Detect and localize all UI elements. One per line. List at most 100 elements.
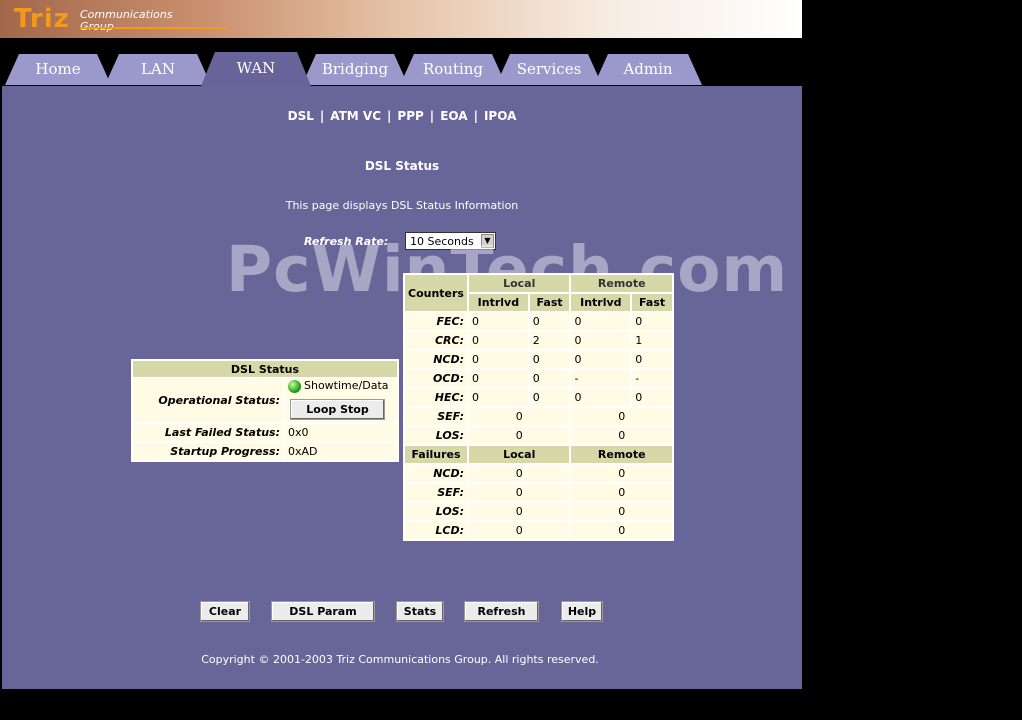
table-row: SEF: 0 0 (405, 408, 672, 425)
table-cell: 0 (469, 370, 528, 387)
local-intrlvd-header: Intrlvd (469, 294, 528, 311)
row-label: LOS: (405, 503, 467, 520)
table-cell: 0 (469, 522, 570, 539)
dsl-status-table: DSL Status Operational Status: Showtime/… (131, 359, 399, 462)
row-label: NCD: (405, 351, 467, 368)
local-fast-header: Fast (529, 294, 570, 311)
status-led-icon (288, 379, 301, 393)
table-cell: 0 (571, 389, 631, 406)
counters-table: Counters Local Remote Intrlvd Fast Intrl… (403, 273, 674, 541)
table-cell: 0 (469, 351, 528, 368)
table-cell: 0 (529, 351, 570, 368)
counters-local-header: Local (469, 275, 570, 292)
table-cell: 0 (469, 389, 528, 406)
row-label: SEF: (405, 408, 467, 425)
table-cell: 0 (469, 465, 570, 482)
table-cell: 1 (632, 332, 672, 349)
table-cell: 0 (529, 389, 570, 406)
tab-bridging[interactable]: Bridging (302, 54, 408, 85)
row-label: FEC: (405, 313, 467, 330)
page-description: This page displays DSL Status Informatio… (285, 199, 519, 212)
startup-progress-value: 0xAD (285, 442, 397, 460)
table-cell: 0 (529, 370, 570, 387)
help-button[interactable]: Help (561, 601, 603, 622)
subnav-eoa[interactable]: EOA (440, 109, 467, 123)
row-label: LOS: (405, 427, 467, 444)
last-failed-status-label: Last Failed Status: (133, 423, 283, 441)
dsl-param-button[interactable]: DSL Param (271, 601, 375, 622)
table-cell: 0 (632, 313, 672, 330)
table-cell: 0 (571, 503, 672, 520)
tab-routing[interactable]: Routing (400, 54, 506, 85)
table-cell: 0 (529, 313, 570, 330)
stats-button[interactable]: Stats (396, 601, 444, 622)
table-row: LOS: 0 0 (405, 427, 672, 444)
tab-label: Home (35, 60, 81, 78)
operational-status-label: Operational Status: (133, 379, 283, 422)
table-cell: - (632, 370, 672, 387)
table-cell: 2 (529, 332, 570, 349)
content-panel: DSL | ATM VC | PPP | EOA | IPOA DSL Status This … (2, 86, 802, 689)
table-row: LCD: 0 0 (405, 522, 672, 539)
remote-intrlvd-header: Intrlvd (571, 294, 631, 311)
brand-logo: Triz (14, 4, 70, 34)
subnav-ipoa[interactable]: IPOA (484, 109, 516, 123)
table-row: NCD: 0 0 (405, 465, 672, 482)
operational-status-cell: Showtime/Data Loop Stop (285, 379, 397, 422)
refresh-button[interactable]: Refresh (464, 601, 539, 622)
copyright-footer: Copyright © 2001-2003 Triz Communication… (201, 653, 599, 666)
failures-header: Failures (405, 446, 467, 463)
table-cell: 0 (571, 427, 672, 444)
table-cell: 0 (571, 332, 631, 349)
subnav-dsl[interactable]: DSL (288, 109, 314, 123)
table-row: NCD: 0 0 0 0 (405, 351, 672, 368)
subnav-separator: | (429, 109, 435, 123)
table-cell: 0 (571, 351, 631, 368)
tab-label: WAN (236, 59, 276, 77)
subnav-atm-vc[interactable]: ATM VC (330, 109, 381, 123)
tab-label: Services (516, 60, 582, 78)
tab-services[interactable]: Services (496, 54, 602, 85)
table-cell: 0 (469, 313, 528, 330)
table-cell: 0 (571, 408, 672, 425)
table-cell: 0 (571, 522, 672, 539)
table-row: FEC: 0 0 0 0 (405, 313, 672, 330)
startup-progress-label: Startup Progress: (133, 442, 283, 460)
sub-navigation: DSL | ATM VC | PPP | EOA | IPOA (2, 109, 802, 123)
tab-label: LAN (141, 60, 175, 78)
tab-label: Admin (623, 60, 673, 78)
table-row: LOS: 0 0 (405, 503, 672, 520)
row-label: CRC: (405, 332, 467, 349)
table-row: HEC: 0 0 0 0 (405, 389, 672, 406)
row-label: NCD: (405, 465, 467, 482)
table-cell: 0 (469, 408, 570, 425)
loop-stop-button[interactable]: Loop Stop (290, 398, 385, 420)
main-tab-bar: Home LAN Bridging Routing Services Admin… (0, 38, 802, 86)
table-cell: 0 (469, 427, 570, 444)
tab-admin[interactable]: Admin (594, 54, 702, 85)
tab-wan[interactable]: WAN (201, 52, 311, 86)
table-row: OCD: 0 0 - - (405, 370, 672, 387)
tab-label: Routing (422, 60, 484, 78)
table-cell: 0 (571, 313, 631, 330)
table-cell: 0 (571, 465, 672, 482)
tab-lan[interactable]: LAN (105, 54, 211, 85)
subnav-ppp[interactable]: PPP (397, 109, 423, 123)
table-cell: 0 (469, 503, 570, 520)
subnav-separator: | (319, 109, 325, 123)
remote-fast-header: Fast (632, 294, 672, 311)
table-cell: 0 (632, 389, 672, 406)
table-cell: 0 (469, 332, 528, 349)
table-cell: - (571, 370, 631, 387)
counters-header: Counters (405, 275, 467, 311)
row-label: LCD: (405, 522, 467, 539)
table-cell: 0 (469, 484, 570, 501)
operational-status-value: Showtime/Data (304, 379, 389, 392)
failures-remote-header: Remote (571, 446, 672, 463)
tab-home[interactable]: Home (5, 54, 111, 85)
table-row: CRC: 0 2 0 1 (405, 332, 672, 349)
clear-button[interactable]: Clear (200, 601, 250, 622)
tab-label: Bridging (321, 60, 389, 78)
brand-underline (80, 27, 228, 29)
last-failed-status-value: 0x0 (285, 423, 397, 441)
